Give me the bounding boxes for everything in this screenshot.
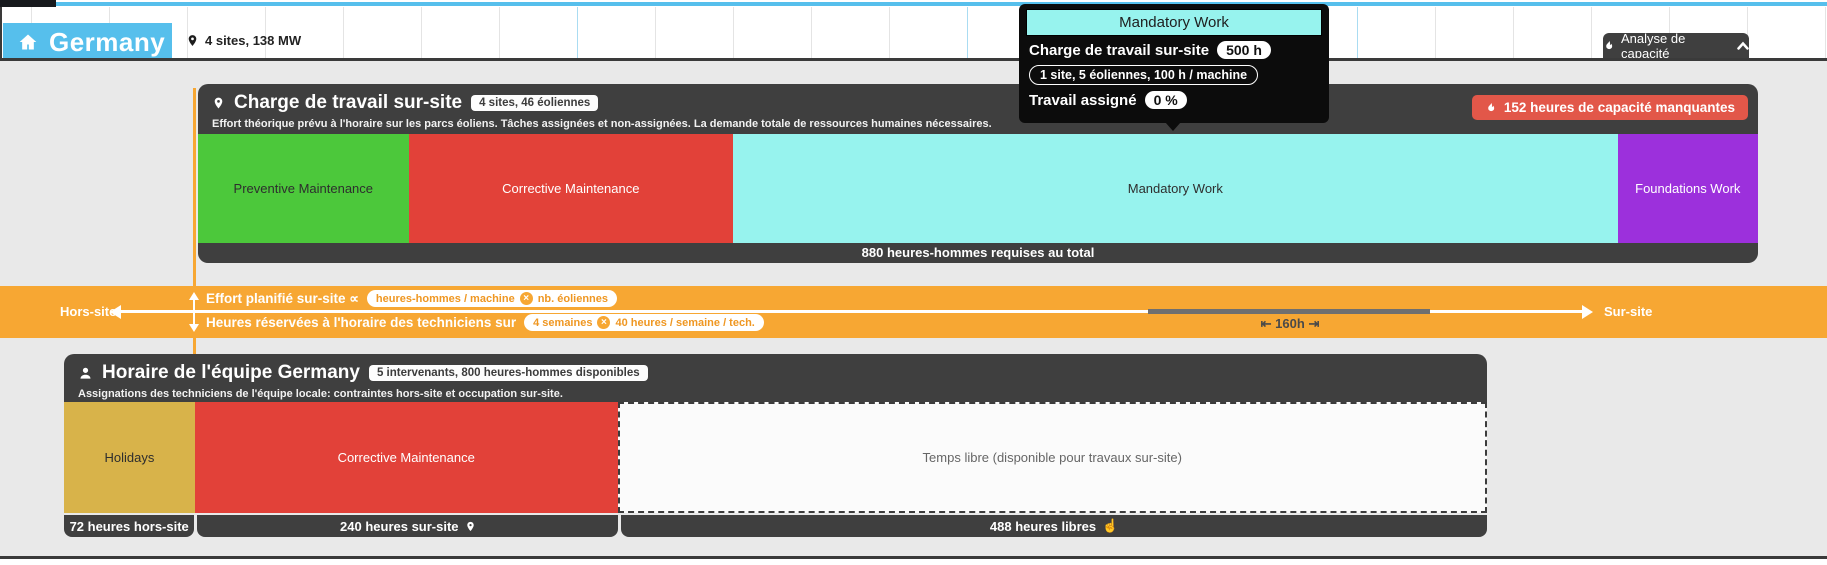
segment-label: Foundations Work	[1635, 181, 1740, 196]
person-icon	[78, 365, 93, 381]
team-panel-title: Horaire de l'équipe Germany	[102, 362, 360, 384]
segment-mandatory-work[interactable]: Mandatory Work	[733, 134, 1618, 243]
offsite-label: Hors-site	[60, 304, 116, 319]
segment-corrective-maintenance[interactable]: Corrective Maintenance	[409, 134, 733, 243]
analysis-toggle-label: Analyse de capacité	[1621, 31, 1730, 61]
team-footer-row: 72 heures hors-site 240 heures sur-site …	[64, 515, 1487, 537]
gridline	[499, 7, 500, 58]
region-meta-text: 4 sites, 138 MW	[205, 33, 301, 48]
missing-capacity-badge: 152 heures de capacité manquantes	[1472, 95, 1748, 120]
double-arrow-up-icon	[189, 292, 199, 300]
region-meta: 4 sites, 138 MW	[186, 33, 301, 48]
segment-label: Corrective Maintenance	[502, 181, 639, 196]
tooltip-arrow	[1165, 122, 1181, 131]
multiply-icon: ×	[597, 316, 610, 329]
gridline	[577, 7, 578, 58]
tooltip-detail: 1 site, 5 éoliennes, 100 h / machine	[1029, 65, 1258, 85]
team-panel-description: Assignations des techniciens de l'équipe…	[78, 388, 1473, 400]
window-left-edge	[0, 0, 2, 58]
workload-panel: Charge de travail sur-site 4 sites, 46 é…	[198, 84, 1758, 263]
chevron-up-icon	[1737, 41, 1749, 50]
top-bar-stub	[0, 0, 56, 7]
gridline	[1513, 7, 1514, 58]
gridline	[343, 7, 344, 58]
flame-icon	[1603, 39, 1614, 52]
tooltip-assigned-value: 0 %	[1145, 91, 1187, 109]
tooltip-assigned-label: Travail assigné	[1029, 92, 1137, 109]
app-root: Germany 4 sites, 138 MW Analyse de capac…	[0, 0, 1827, 565]
gridline	[889, 7, 890, 58]
tooltip-title: Mandatory Work	[1026, 9, 1322, 36]
double-arrow-down-icon	[189, 324, 199, 332]
team-bar: Holidays Corrective Maintenance Temps li…	[64, 402, 1487, 513]
onsite-hours-footer: 240 heures sur-site	[197, 515, 618, 537]
reserved-formula-pill: 4 semaines × 40 heures / semaine / tech.	[524, 314, 764, 331]
team-schedule-panel: Horaire de l'équipe Germany 5 intervenan…	[64, 354, 1487, 537]
segment-label: Corrective Maintenance	[338, 450, 475, 465]
gridline	[733, 7, 734, 58]
map-pin-icon	[465, 520, 476, 533]
planned-effort-row: Effort planifié sur-site ∝ heures-hommes…	[206, 290, 617, 307]
capacity-analysis-toggle[interactable]: Analyse de capacité	[1603, 33, 1749, 58]
segment-foundations-work[interactable]: Foundations Work	[1618, 134, 1758, 243]
segment-corrective-maintenance[interactable]: Corrective Maintenance	[195, 402, 618, 513]
range-arrow-right-icon: ⇥	[1308, 316, 1319, 331]
segment-label: Temps libre (disponible pour travaux sur…	[923, 450, 1182, 465]
capacity-flow-band: ⇤ 160h ⇥ Hors-site Sur-site Effort plani…	[0, 286, 1827, 338]
gridline	[967, 7, 968, 58]
segment-preventive-maintenance[interactable]: Preventive Maintenance	[198, 134, 409, 243]
region-title: Germany	[49, 27, 165, 58]
gridline	[1825, 7, 1826, 58]
onsite-label: Sur-site	[1604, 304, 1652, 319]
map-pin-icon	[212, 95, 225, 111]
reserved-hours-text: Heures réservées à l'horaire des technic…	[206, 315, 516, 330]
gridline	[811, 7, 812, 58]
segment-free-time[interactable]: Temps libre (disponible pour travaux sur…	[618, 402, 1487, 513]
reserved-hours-row: Heures réservées à l'horaire des technic…	[206, 314, 764, 331]
workload-panel-badge: 4 sites, 46 éoliennes	[471, 95, 598, 111]
free-hours-footer[interactable]: 488 heures libres ☝	[621, 515, 1487, 537]
segment-label: Holidays	[105, 450, 155, 465]
segment-label: Preventive Maintenance	[234, 181, 373, 196]
segment-holidays[interactable]: Holidays	[64, 402, 195, 513]
range-160h-label: ⇤ 160h ⇥	[1240, 316, 1340, 332]
gridline	[655, 7, 656, 58]
missing-capacity-text: 152 heures de capacité manquantes	[1504, 100, 1735, 115]
effort-formula-pill: heures-hommes / machine × nb. éoliennes	[367, 290, 617, 307]
workload-panel-header: Charge de travail sur-site 4 sites, 46 é…	[198, 84, 1758, 134]
gridline	[421, 7, 422, 58]
hand-icon: ☝	[1102, 518, 1118, 534]
team-panel-badge: 5 intervenants, 800 heures-hommes dispon…	[369, 365, 648, 381]
flame-icon	[1485, 101, 1496, 114]
arrow-right-icon	[1582, 305, 1593, 319]
gridline	[1357, 7, 1358, 58]
region-header-germany[interactable]: Germany	[3, 23, 172, 61]
range-arrow-left-icon: ⇤	[1261, 316, 1272, 331]
home-icon	[18, 32, 38, 52]
workload-bar: Preventive Maintenance Corrective Mainte…	[198, 134, 1758, 243]
gridline	[1435, 7, 1436, 58]
planned-effort-text: Effort planifié sur-site ∝	[206, 291, 359, 307]
tooltip-workload-value: 500 h	[1217, 41, 1271, 59]
segment-tooltip: Mandatory Work Charge de travail sur-sit…	[1019, 4, 1329, 123]
double-arrow-icon	[193, 299, 195, 325]
timeline-accent-line	[56, 2, 1827, 6]
team-panel-header: Horaire de l'équipe Germany 5 intervenan…	[64, 354, 1487, 402]
tooltip-workload-label: Charge de travail sur-site	[1029, 42, 1209, 59]
range-160h-segment	[1148, 309, 1430, 314]
offsite-hours-footer: 72 heures hors-site	[64, 515, 194, 537]
workload-panel-title: Charge de travail sur-site	[234, 92, 462, 114]
gridline	[1591, 7, 1592, 58]
multiply-icon: ×	[520, 292, 533, 305]
workload-total-footer: 880 heures-hommes requises au total	[198, 243, 1758, 263]
map-pin-icon	[186, 33, 199, 48]
segment-label: Mandatory Work	[1128, 181, 1223, 196]
